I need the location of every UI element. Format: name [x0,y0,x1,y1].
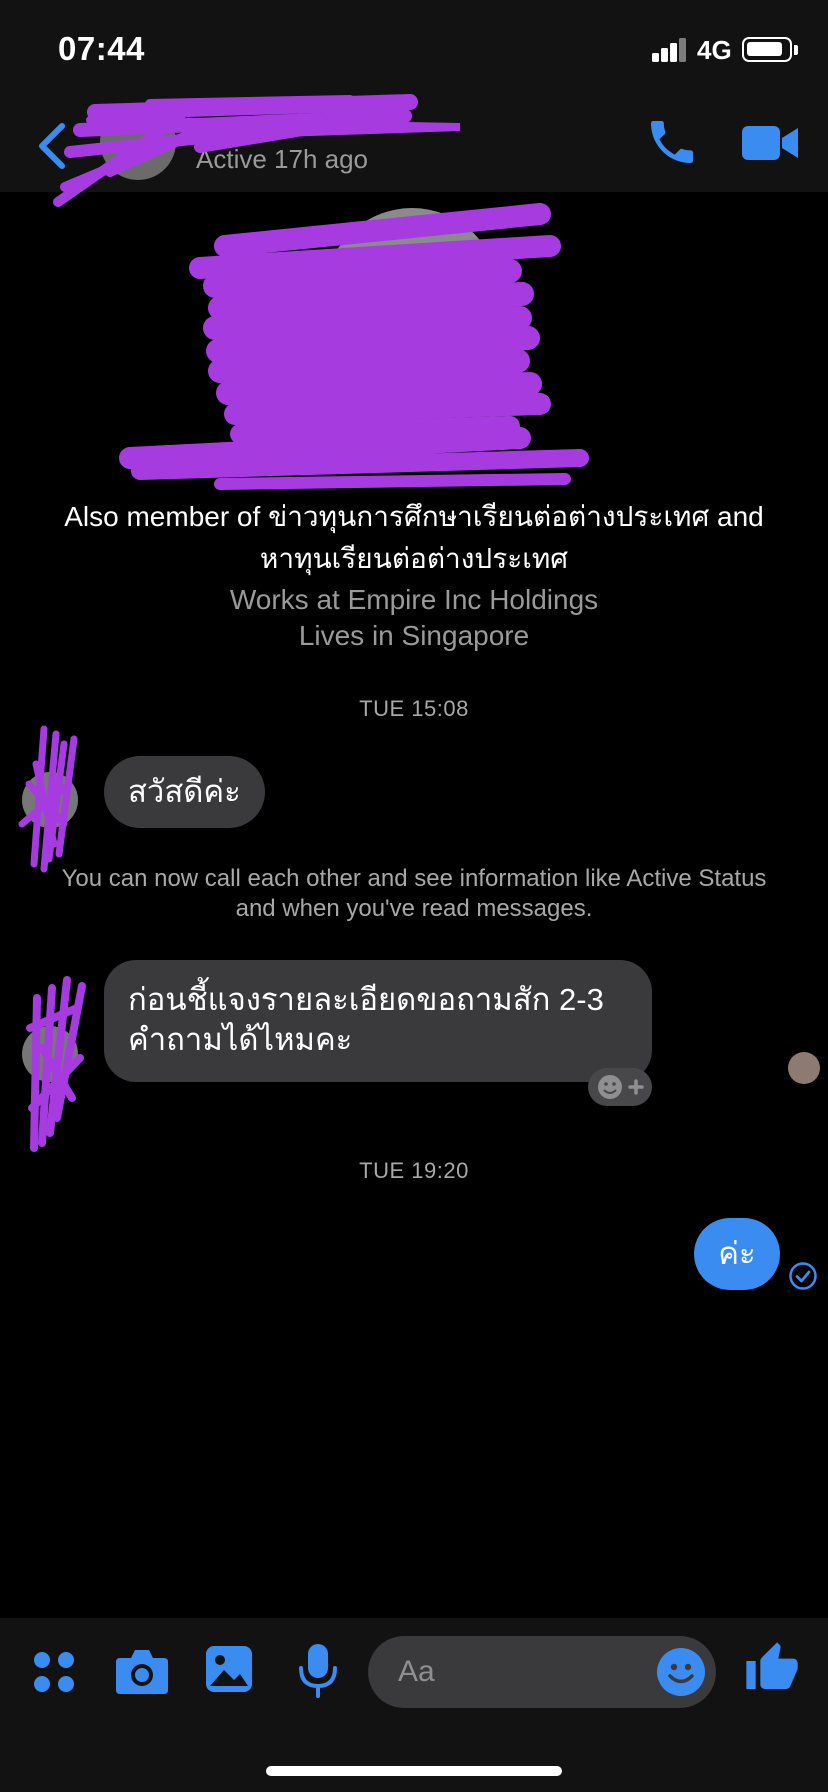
add-reaction-icon [598,1075,644,1099]
profile-lives-in: Lives in Singapore [298,620,530,651]
profile-works-at: Works at Empire Inc Holdings [229,584,599,615]
apps-button[interactable] [30,1648,78,1696]
camera-icon [116,1650,168,1694]
voice-call-button[interactable] [644,114,700,170]
read-receipt-avatar [788,1052,820,1084]
message-text-line: คำถามได้ไหมคะ [128,1022,353,1057]
add-reaction-button[interactable] [588,1068,652,1106]
outgoing-message-bubble[interactable]: ค่ะ [694,1218,780,1290]
gallery-icon [206,1646,252,1692]
like-button[interactable] [744,1640,800,1696]
profile-photo [324,208,500,384]
contact-avatar[interactable] [100,104,176,180]
emoji-icon [657,1648,705,1696]
message-input-container[interactable] [368,1636,716,1708]
message-text-line: ก่อนชี้แจงรายละเอียดขอถามสัก 2-3 [128,982,604,1017]
message-text: ค่ะ [718,1236,756,1271]
apps-grid-icon [34,1652,74,1692]
sent-check-icon [789,1262,817,1290]
network-type: 4G [697,35,732,65]
message-timestamp: TUE 19:20 [359,1158,469,1183]
status-time: 07:44 [58,30,145,67]
back-arrow-icon [39,123,65,169]
microphone-icon [299,1644,337,1698]
status-bar: 07:44 4G [0,0,828,100]
video-camera-icon [742,126,798,160]
sender-avatar[interactable] [22,772,78,828]
thumbs-up-icon [746,1642,798,1689]
message-timestamp: TUE 15:08 [359,696,469,721]
gallery-button[interactable] [204,1644,254,1694]
message-input[interactable] [398,1636,638,1708]
incoming-message-bubble[interactable]: สวัสดีค่ะ [104,756,265,828]
incoming-message-bubble[interactable]: ก่อนชี้แจงรายละเอียดขอถามสัก 2-3 คำถามได… [104,960,652,1082]
camera-button[interactable] [114,1646,170,1698]
battery-tip [794,45,798,55]
active-status: Active 17h ago [196,144,369,174]
messenger-chat-screen: 07:44 4G ​ Active 17h ago [0,0,828,1792]
emoji-button[interactable] [656,1647,706,1697]
home-indicator[interactable] [266,1766,562,1776]
back-button[interactable] [30,118,76,174]
battery-icon [742,37,792,62]
voice-message-button[interactable] [296,1642,340,1700]
phone-icon [651,121,693,163]
message-text: สวัสดีค่ะ [128,774,241,809]
signal-icon [652,38,688,62]
video-call-button[interactable] [740,118,800,168]
chat-header: ​ Active 17h ago [0,100,828,192]
sender-avatar[interactable] [22,1026,78,1082]
profile-member-of: Also member of ข่าวทุนการศึกษาเรียนต่อต่… [64,501,764,574]
system-notice: You can now call each other and see info… [61,865,767,922]
